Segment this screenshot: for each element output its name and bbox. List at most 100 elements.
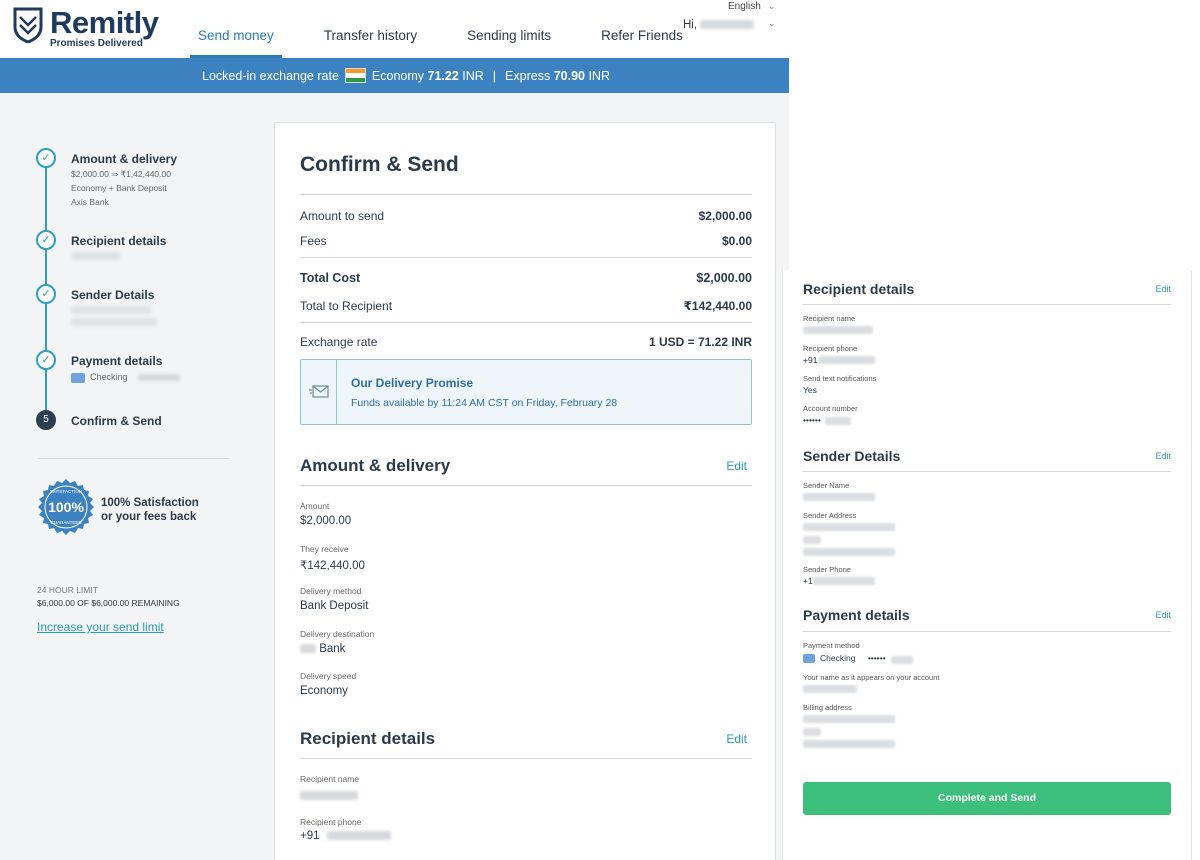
step-connector — [45, 168, 47, 230]
step-title: Payment details — [71, 354, 163, 368]
edit-amount-delivery-link[interactable]: Edit — [726, 459, 747, 473]
row-value: $2,000.00 — [696, 271, 752, 285]
badge-ring-bottom: GUARANTEED — [50, 520, 82, 525]
nav-refer-friends[interactable]: Refer Friends — [593, 28, 691, 58]
check-icon: ✓ — [36, 230, 56, 250]
redacted-detail — [803, 685, 857, 693]
edit-recipient-link[interactable]: Edit — [1155, 284, 1171, 294]
chevron-down-icon[interactable]: ⌄ — [768, 18, 776, 29]
field-label: Recipient phone — [803, 344, 858, 353]
confirm-send-page: Remitly Promises Delivered Send money Tr… — [0, 0, 789, 860]
language-selector[interactable]: English — [728, 1, 761, 12]
satisfaction-line: or your fees back — [101, 511, 197, 523]
field-label: Billing address — [803, 703, 852, 712]
divider — [300, 322, 752, 323]
field-label: Recipient phone — [300, 817, 362, 827]
step-number: 5 — [36, 410, 56, 430]
row-label: Total to Recipient — [300, 299, 393, 313]
redacted-detail — [300, 791, 358, 801]
remitly-logo[interactable]: Remitly Promises Delivered — [12, 5, 159, 51]
redacted-detail — [71, 252, 121, 260]
brand-name: Remitly — [50, 5, 159, 40]
divider — [300, 758, 752, 759]
redacted-detail — [825, 417, 851, 425]
redacted-detail — [803, 728, 821, 736]
chevron-down-icon[interactable]: ⌄ — [768, 1, 776, 12]
row-value: $2,000.00 — [698, 209, 752, 223]
field-value: Yes — [803, 385, 817, 395]
top-navigation-bar: Remitly Promises Delivered Send money Tr… — [0, 0, 789, 58]
section-title-sender-details: Sender Details — [803, 448, 901, 464]
check-icon: ✓ — [36, 350, 56, 370]
redacted-detail — [71, 318, 157, 326]
edit-payment-link[interactable]: Edit — [1155, 610, 1171, 620]
badge-ring-top: SATISFACTION — [50, 489, 82, 494]
redacted-detail — [813, 577, 875, 585]
envelope-icon-cell — [301, 360, 337, 424]
promise-title: Our Delivery Promise — [351, 376, 474, 390]
nav-transfer-history[interactable]: Transfer history — [316, 28, 425, 58]
payment-method: Checking — [90, 372, 128, 382]
edit-sender-link[interactable]: Edit — [1155, 451, 1171, 461]
divider — [803, 304, 1171, 305]
total-cost-row: Total Cost $2,000.00 — [300, 271, 752, 285]
redacted-detail — [803, 548, 895, 556]
section-title-recipient-details: Recipient details — [300, 729, 436, 748]
field-value: Checking — [820, 653, 856, 663]
redacted-detail — [803, 326, 873, 334]
nav-sending-limits[interactable]: Sending limits — [459, 28, 559, 58]
total-to-recipient-row: Total to Recipient ₹142,440.00 — [300, 299, 752, 313]
field-label: Delivery method — [300, 586, 362, 596]
step-connector — [45, 304, 47, 350]
edit-recipient-link[interactable]: Edit — [726, 732, 747, 746]
bank-icon — [71, 372, 85, 383]
section-title-recipient-details: Recipient details — [803, 281, 915, 297]
field-label: Payment method — [803, 641, 860, 650]
redacted-detail — [803, 523, 895, 531]
complete-and-send-button[interactable]: Complete and Send — [803, 782, 1171, 815]
redacted-detail — [326, 831, 391, 841]
field-label: Delivery destination — [300, 629, 375, 639]
divider — [300, 194, 752, 195]
express-label: Express — [505, 68, 551, 83]
row-value: 1 USD = 71.22 INR — [648, 335, 752, 349]
field-label: Recipient name — [803, 314, 856, 323]
nav-send-money[interactable]: Send money — [190, 28, 282, 58]
rate-label: Locked-in exchange rate — [202, 68, 339, 83]
field-label: Amount — [300, 501, 330, 511]
step-detail: Economy + Bank Deposit — [71, 183, 167, 193]
express-unit: INR — [588, 68, 610, 83]
field-value: •••••• — [803, 415, 821, 425]
field-value: +91 — [803, 355, 818, 365]
field-label: Delivery speed — [300, 671, 357, 681]
sidebar-divider — [37, 458, 229, 459]
redacted-detail — [803, 536, 821, 544]
field-label: Recipient name — [300, 774, 360, 784]
row-value: $0.00 — [721, 234, 752, 248]
field-label: Your name as it appears on your account — [803, 673, 940, 682]
row-label: Amount to send — [300, 209, 385, 223]
divider — [803, 631, 1171, 632]
row-label: Exchange rate — [300, 335, 378, 349]
increase-limit-link[interactable]: Increase your send limit — [37, 620, 164, 634]
amount-to-send-row: Amount to send $2,000.00 — [300, 209, 752, 223]
confirm-details-panel: Recipient details Edit Recipient name Re… — [782, 270, 1192, 860]
redacted-detail — [300, 644, 316, 654]
step-title: Sender Details — [71, 288, 155, 302]
row-label: Fees — [300, 234, 327, 248]
delivery-promise-box: Our Delivery Promise Funds available by … — [300, 359, 752, 425]
redacted-detail — [803, 493, 875, 501]
row-label: Total Cost — [300, 271, 361, 285]
page-title: Confirm & Send — [300, 153, 459, 176]
recipient-name-value — [300, 790, 358, 802]
divider — [300, 257, 752, 258]
confirm-send-card: Confirm & Send Amount to send $2,000.00 … — [274, 122, 776, 860]
limit-label: 24 HOUR LIMIT — [37, 585, 98, 595]
phone-prefix: +91 — [300, 830, 320, 842]
field-value: +1 — [803, 576, 813, 586]
shield-logo-icon — [13, 7, 43, 43]
account-menu[interactable]: Hi, — [683, 19, 755, 31]
divider — [803, 471, 1171, 472]
step-title: Amount & delivery — [71, 152, 178, 166]
satisfaction-line: 100% Satisfaction — [101, 497, 199, 509]
